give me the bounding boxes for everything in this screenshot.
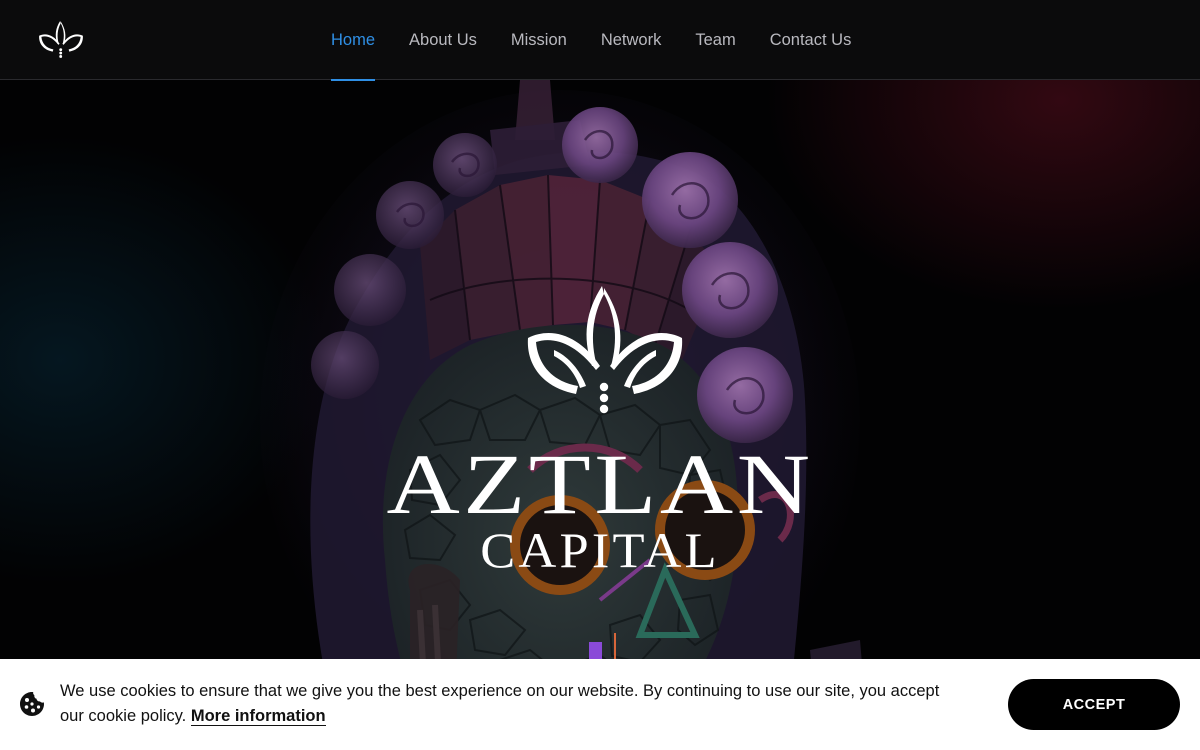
nav-item-network[interactable]: Network: [584, 0, 679, 80]
brand-subtitle: CAPITAL: [480, 522, 720, 578]
aztlan-lotus-logo-icon[interactable]: [38, 20, 84, 60]
aztlan-lotus-emblem-icon: [527, 286, 683, 414]
more-information-link[interactable]: More information: [190, 707, 326, 726]
nav-item-home[interactable]: Home: [314, 0, 392, 81]
nav-item-contact-us[interactable]: Contact Us: [753, 0, 869, 80]
hero-section: AZTLAN CAPITAL: [0, 0, 1200, 750]
cookie-icon: [20, 692, 44, 716]
nav-item-team[interactable]: Team: [678, 0, 752, 80]
nav-item-about-us[interactable]: About Us: [392, 0, 494, 80]
cookie-message: We use cookies to ensure that we give yo…: [60, 679, 960, 729]
brand-title: AZTLAN: [386, 436, 814, 532]
navbar: Home About Us Mission Network Team Conta…: [0, 0, 1200, 81]
nav-item-mission[interactable]: Mission: [494, 0, 584, 80]
nav-menu: Home About Us Mission Network Team Conta…: [314, 0, 869, 81]
accept-button[interactable]: ACCEPT: [1008, 679, 1180, 730]
